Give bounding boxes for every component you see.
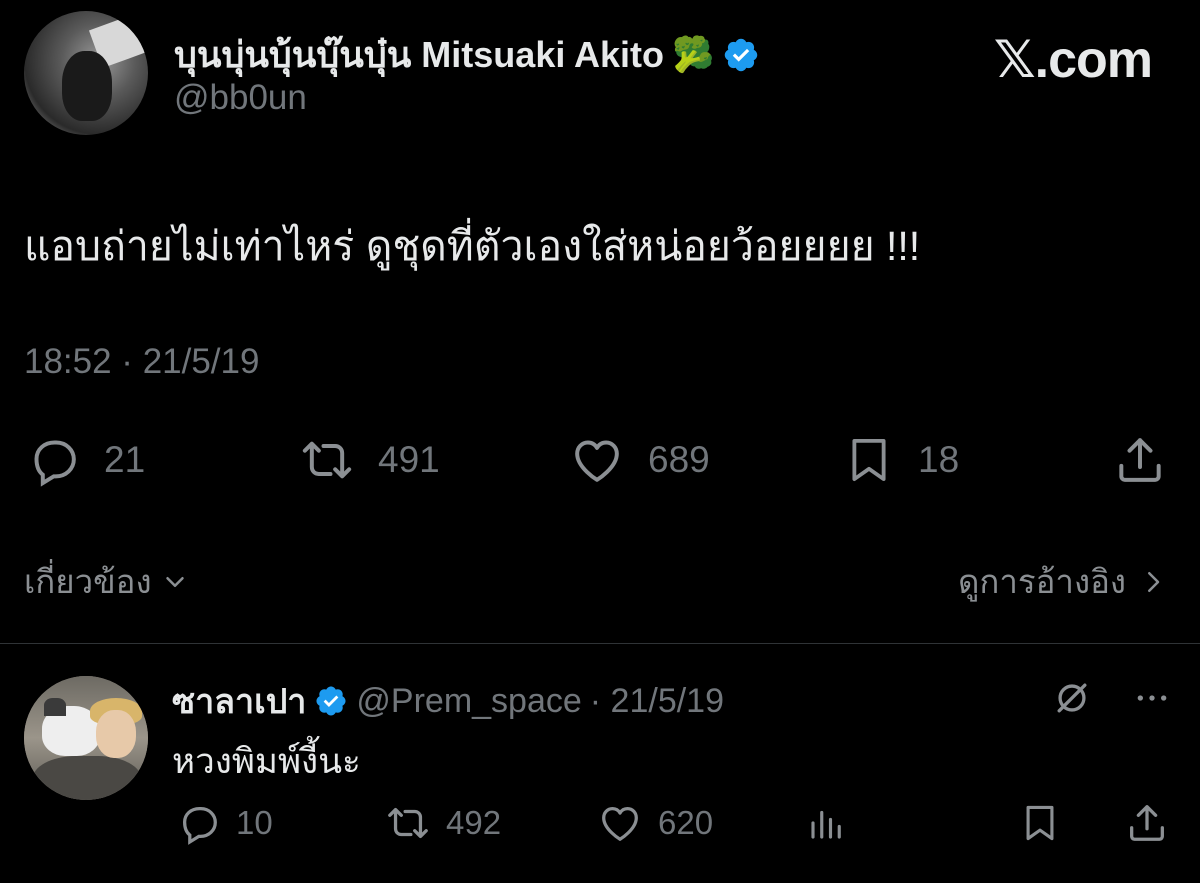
reply-actions: 10 492 620: [0, 800, 1200, 850]
reply-verified-badge-icon: [314, 684, 348, 718]
retweet-button[interactable]: 491: [298, 432, 440, 488]
retweet-count: 491: [378, 439, 440, 480]
reply-retweet-button[interactable]: 492: [384, 800, 501, 846]
brand-watermark: 𝕏.com: [993, 30, 1153, 90]
author-name[interactable]: บุนบุ่นบุ้นบุ๊นบุ๋น Mitsuaki Akito: [174, 26, 664, 83]
bookmark-icon: [852, 438, 886, 482]
views-icon: [811, 810, 841, 839]
related-label: เกี่ยวข้อง: [24, 563, 152, 600]
more-icon[interactable]: [1132, 678, 1172, 718]
reply-reply-button[interactable]: 10: [176, 800, 273, 846]
chevron-right-icon: [1148, 571, 1160, 592]
grok-icon[interactable]: [1050, 676, 1094, 720]
tweet-timestamp[interactable]: 18:52 · 21/5/19: [24, 342, 259, 382]
bookmark-button[interactable]: 18: [842, 432, 959, 488]
reply-like-count: 620: [658, 804, 714, 841]
bookmark-count: 18: [918, 439, 960, 480]
share-icon: [1130, 805, 1164, 841]
author-avatar[interactable]: [24, 11, 148, 135]
like-icon: [602, 806, 638, 841]
like-button[interactable]: 689: [568, 432, 710, 488]
verified-badge-icon: [722, 36, 760, 74]
post-detail-screen: บุนบุ่นบุ้นบุ๊นบุ๋น Mitsuaki Akito 🥦 @bb…: [0, 0, 1200, 883]
reply-icon: [34, 440, 76, 487]
related-toggle[interactable]: เกี่ยวข้อง: [24, 555, 190, 608]
broccoli-emoji: 🥦: [672, 35, 715, 74]
reply-author-handle[interactable]: @Prem_space: [356, 682, 581, 721]
section-divider: [0, 643, 1200, 644]
author-handle[interactable]: @bb0un: [174, 78, 307, 118]
bookmark-icon: [1026, 805, 1054, 841]
reply-views-button[interactable]: [806, 800, 848, 846]
reply-text: หวงพิมพ์งี้นะ: [172, 742, 361, 781]
reply-like-button[interactable]: 620: [596, 800, 713, 846]
tweet-actions: 21 491 689 18: [0, 432, 1200, 492]
like-icon: [575, 440, 619, 482]
reply-author-avatar[interactable]: [24, 676, 148, 800]
view-quotes-link[interactable]: ดูการอ้างอิง: [958, 555, 1168, 608]
reply-reply-count: 10: [236, 804, 273, 841]
reply-icon: [182, 806, 217, 845]
reply-header: ซาลาเปา @Prem_space · 21/5/19: [172, 674, 724, 728]
reply-share-button[interactable]: [1124, 800, 1170, 846]
brand-text: 𝕏.com: [993, 31, 1153, 89]
reply-tools: [1050, 676, 1172, 720]
reply-count: 21: [104, 439, 146, 480]
view-quotes-label: ดูการอ้างอิง: [957, 563, 1126, 600]
share-icon: [1119, 438, 1161, 482]
reply-date[interactable]: · 21/5/19: [590, 682, 724, 721]
reply-author-name[interactable]: ซาลาเปา: [172, 674, 306, 728]
reply-bookmark-button[interactable]: [1018, 800, 1062, 846]
reply-retweet-count: 492: [446, 804, 502, 841]
retweet-icon: [388, 807, 428, 839]
like-count: 689: [648, 439, 710, 480]
tweet-text: แอบถ่ายไม่เท่าไหร่ ดูชุดที่ตัวเองใส่หน่อ…: [24, 223, 921, 269]
retweet-icon: [302, 441, 352, 479]
chevron-down-icon: [165, 576, 184, 587]
share-button[interactable]: [1112, 432, 1168, 488]
author-name-row[interactable]: บุนบุ่นบุ้นบุ๊นบุ๋น Mitsuaki Akito 🥦: [174, 26, 760, 83]
reply-button[interactable]: 21: [26, 432, 145, 488]
